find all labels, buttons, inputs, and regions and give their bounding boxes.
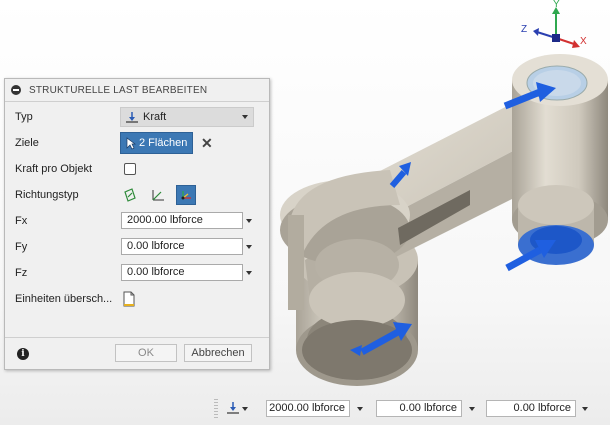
kraft-pro-objekt-checkbox[interactable] [124, 163, 136, 175]
richtungstyp-label: Richtungstyp [15, 189, 79, 201]
ziele-value: 2 Flächen [139, 137, 188, 149]
row-fz: Fz 0.00 lbforce [5, 262, 269, 284]
force-type-icon [126, 112, 138, 123]
direction-angle-button[interactable] [148, 185, 168, 205]
dialog-title: STRUKTURELLE LAST BEARBEITEN [29, 84, 208, 96]
row-ziele: Ziele 2 Flächen ✕ [5, 132, 269, 154]
ziele-selection-button[interactable]: 2 Flächen [120, 132, 193, 154]
toolbar-fy-input[interactable]: 0.00 lbforce [376, 400, 462, 417]
force-type-toolbar-icon[interactable] [226, 401, 248, 417]
cursor-icon [126, 137, 136, 150]
toolbar-fz-input[interactable]: 0.00 lbforce [486, 400, 576, 417]
fx-input[interactable]: 2000.00 lbforce [121, 212, 243, 229]
part-model[interactable] [280, 54, 608, 386]
fy-label: Fy [15, 241, 28, 253]
info-icon[interactable]: i [17, 348, 29, 360]
row-richtungstyp: Richtungstyp [5, 184, 269, 206]
axis-y-label: Y [553, 0, 560, 10]
normal-direction-icon [124, 188, 136, 202]
typ-dropdown[interactable]: Kraft [120, 107, 254, 127]
cancel-button[interactable]: Abbrechen [184, 344, 252, 362]
row-kraft-pro-objekt: Kraft pro Objekt [5, 158, 269, 180]
einheiten-label: Einheiten übersch... [15, 293, 113, 305]
toolbar-fx-dropdown-icon[interactable] [357, 407, 363, 411]
fy-input[interactable]: 0.00 lbforce [121, 238, 243, 255]
row-typ: Typ Kraft [5, 106, 269, 128]
toolbar-fy-dropdown-icon[interactable] [469, 407, 475, 411]
kraft-pro-objekt-label: Kraft pro Objekt [15, 163, 93, 175]
axis-x-label: X [580, 36, 587, 47]
fz-label: Fz [15, 267, 28, 279]
clear-selection-icon[interactable]: ✕ [201, 136, 213, 150]
row-einheiten: Einheiten übersch... [5, 288, 269, 310]
dialog-footer: i OK Abbrechen [5, 337, 269, 370]
angle-direction-icon [152, 190, 164, 201]
fx-dropdown-icon[interactable] [246, 219, 252, 223]
fz-dropdown-icon[interactable] [246, 271, 252, 275]
value-toolbar: 2000.00 lbforce 0.00 lbforce 0.00 lbforc… [214, 397, 606, 421]
dialog-header[interactable]: STRUKTURELLE LAST BEARBEITEN [5, 79, 269, 102]
units-override-icon[interactable] [122, 291, 136, 308]
direction-components-button[interactable] [176, 185, 196, 205]
row-fy: Fy 0.00 lbforce [5, 236, 269, 258]
axis-z-label: Z [521, 24, 527, 35]
ziele-label: Ziele [15, 137, 39, 149]
fy-dropdown-icon[interactable] [246, 245, 252, 249]
components-direction-icon [181, 191, 191, 200]
typ-label: Typ [15, 111, 33, 123]
typ-value: Kraft [143, 111, 167, 123]
ok-button[interactable]: OK [115, 344, 177, 362]
collapse-icon[interactable] [11, 85, 21, 95]
fx-label: Fx [15, 215, 28, 227]
edit-structural-load-dialog: STRUKTURELLE LAST BEARBEITEN Typ Kraft Z… [4, 78, 270, 370]
chevron-down-icon [242, 115, 248, 119]
toolbar-fx-input[interactable]: 2000.00 lbforce [266, 400, 350, 417]
toolbar-fz-dropdown-icon[interactable] [582, 407, 588, 411]
fz-input[interactable]: 0.00 lbforce [121, 264, 243, 281]
row-fx: Fx 2000.00 lbforce [5, 210, 269, 232]
toolbar-grip[interactable] [214, 399, 218, 419]
view-cube[interactable]: Y Z X [521, 0, 587, 48]
direction-normal-button[interactable] [120, 185, 140, 205]
